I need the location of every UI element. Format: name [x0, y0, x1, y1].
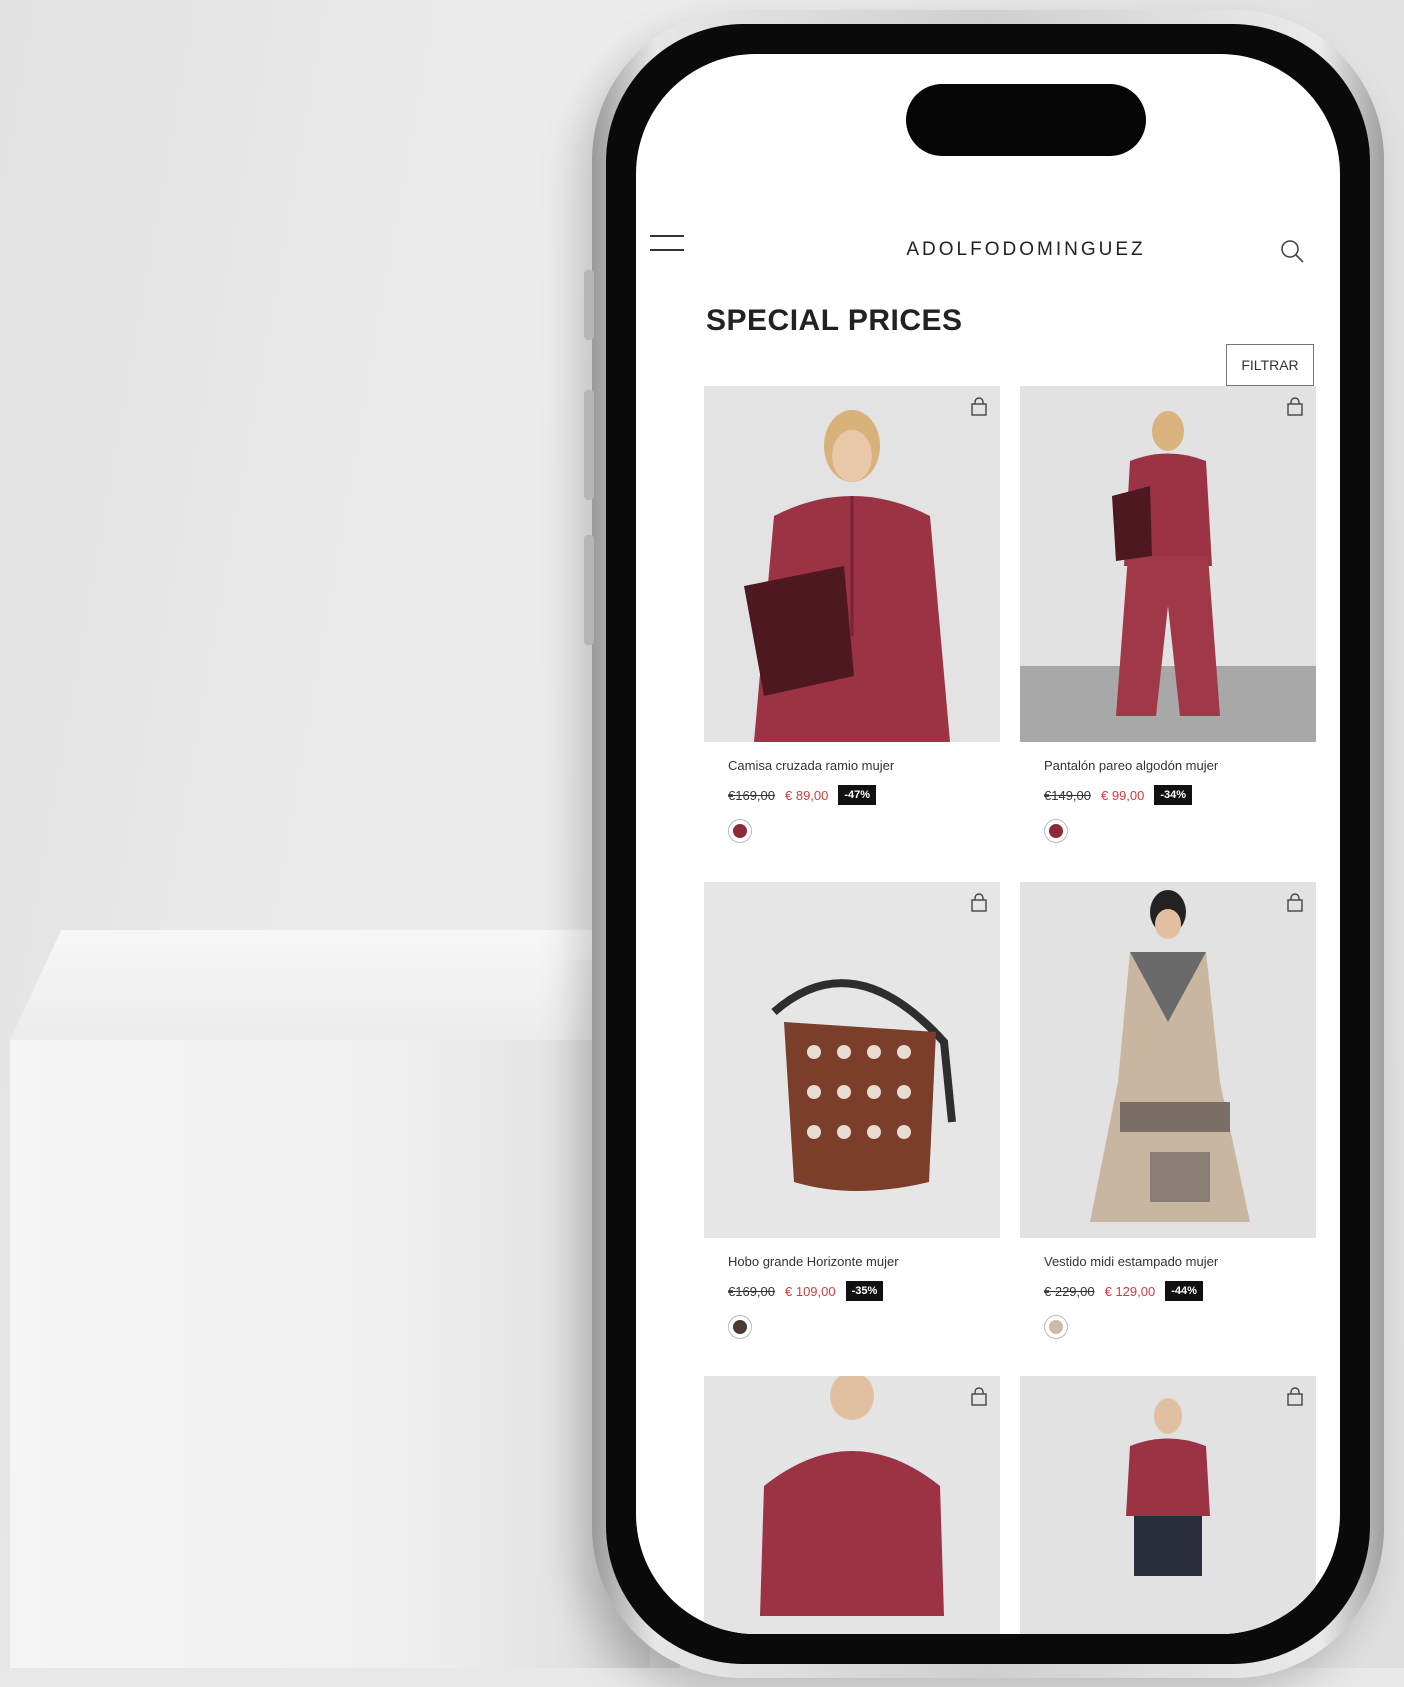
original-price: €169,00 [728, 787, 775, 803]
add-to-bag-icon[interactable] [1284, 396, 1306, 418]
price-row: €149,00 € 99,00 -34% [1044, 785, 1316, 805]
search-icon[interactable] [1278, 237, 1306, 265]
product-image[interactable] [704, 882, 1000, 1238]
product-name[interactable]: Camisa cruzada ramio mujer [728, 758, 1000, 773]
discount-badge: -47% [838, 785, 877, 805]
add-to-bag-icon[interactable] [968, 892, 990, 914]
price-row: €169,00 € 89,00 -47% [728, 785, 1000, 805]
add-to-bag-icon[interactable] [968, 1386, 990, 1408]
product-card[interactable] [704, 1376, 1000, 1634]
product-name[interactable]: Hobo grande Horizonte mujer [728, 1254, 1000, 1269]
display-block [10, 1040, 650, 1687]
product-image[interactable] [704, 386, 1000, 742]
sale-price: € 109,00 [785, 1283, 836, 1299]
phone-mockup: ADOLFODOMINGUEZ SPECIAL PRICES FILTRAR C… [584, 10, 1384, 1678]
add-to-bag-icon[interactable] [968, 396, 990, 418]
sale-price: € 99,00 [1101, 787, 1145, 803]
product-image[interactable] [1020, 1376, 1316, 1634]
sale-price: € 129,00 [1104, 1283, 1156, 1299]
product-image[interactable] [1020, 386, 1316, 742]
product-name[interactable]: Vestido midi estampado mujer [1044, 1254, 1316, 1269]
phone-side-button [584, 270, 594, 340]
brand-logo[interactable]: ADOLFODOMINGUEZ [876, 239, 1176, 261]
add-to-bag-icon[interactable] [1284, 1386, 1306, 1408]
color-swatch[interactable] [1044, 1315, 1068, 1339]
sale-price: € 89,00 [785, 787, 829, 803]
discount-badge: -35% [845, 1281, 884, 1301]
product-image[interactable] [1020, 882, 1316, 1238]
phone-volume-up [584, 390, 594, 500]
display-block-top [10, 930, 650, 1040]
discount-badge: -34% [1154, 785, 1193, 805]
original-price: €169,00 [728, 1283, 775, 1299]
original-price: €149,00 [1044, 787, 1091, 803]
color-swatch[interactable] [728, 819, 752, 843]
original-price: € 229,00 [1044, 1283, 1095, 1299]
product-card[interactable]: Pantalón pareo algodón mujer €149,00 € 9… [1020, 386, 1316, 843]
product-card[interactable]: Vestido midi estampado mujer € 229,00 € … [1020, 882, 1316, 1339]
dynamic-island [906, 84, 1146, 156]
phone-volume-down [584, 535, 594, 645]
price-row: €169,00 € 109,00 -35% [728, 1281, 1000, 1301]
product-card[interactable]: Camisa cruzada ramio mujer €169,00 € 89,… [704, 386, 1000, 843]
site-header: ADOLFODOMINGUEZ [636, 219, 1340, 279]
page-title: SPECIAL PRICES [706, 304, 963, 337]
hamburger-menu-icon[interactable] [650, 233, 684, 255]
color-swatch[interactable] [1044, 819, 1068, 843]
add-to-bag-icon[interactable] [1284, 892, 1306, 914]
shopping-bag-icon[interactable] [1338, 235, 1340, 265]
product-name[interactable]: Pantalón pareo algodón mujer [1044, 758, 1316, 773]
product-image[interactable] [704, 1376, 1000, 1634]
product-card[interactable]: Hobo grande Horizonte mujer €169,00 € 10… [704, 882, 1000, 1339]
product-card[interactable] [1020, 1376, 1316, 1634]
phone-bezel: ADOLFODOMINGUEZ SPECIAL PRICES FILTRAR C… [606, 24, 1370, 1664]
phone-screen: ADOLFODOMINGUEZ SPECIAL PRICES FILTRAR C… [636, 54, 1340, 1634]
color-swatch[interactable] [728, 1315, 752, 1339]
price-row: € 229,00 € 129,00 -44% [1044, 1281, 1316, 1301]
filter-button[interactable]: FILTRAR [1226, 344, 1314, 386]
discount-badge: -44% [1165, 1281, 1203, 1301]
